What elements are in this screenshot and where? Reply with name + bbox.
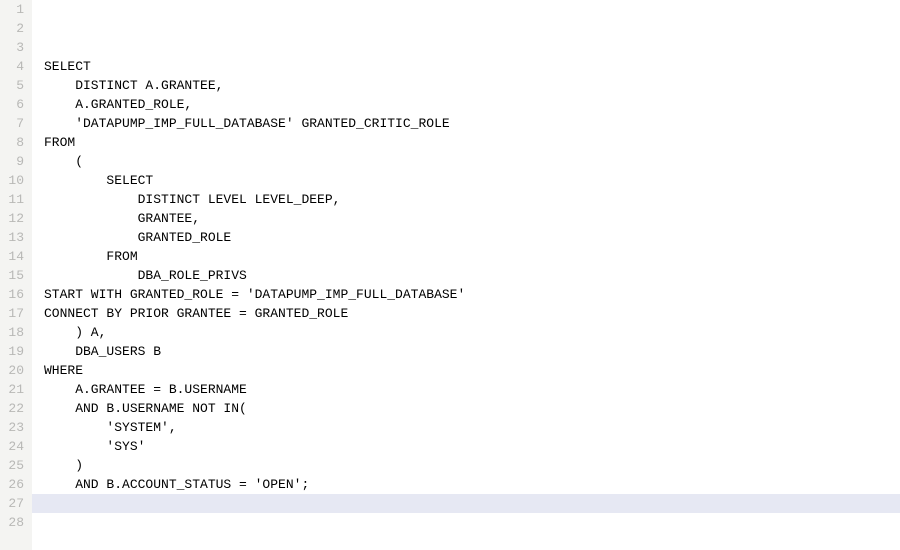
code-line: DISTINCT LEVEL LEVEL_DEEP, <box>44 190 900 209</box>
code-line: 'SYSTEM', <box>44 418 900 437</box>
line-number: 24 <box>8 437 24 456</box>
code-line: SELECT <box>44 57 900 76</box>
line-number: 1 <box>8 0 24 19</box>
line-number: 20 <box>8 361 24 380</box>
code-line: AND B.USERNAME NOT IN( <box>44 399 900 418</box>
code-line: ) <box>44 456 900 475</box>
code-line <box>44 532 900 550</box>
code-line: ( <box>44 152 900 171</box>
code-line: DBA_USERS B <box>44 342 900 361</box>
line-number: 10 <box>8 171 24 190</box>
code-line: SELECT <box>44 171 900 190</box>
line-number: 19 <box>8 342 24 361</box>
line-number: 18 <box>8 323 24 342</box>
code-line: A.GRANTED_ROLE, <box>44 95 900 114</box>
code-line: DISTINCT A.GRANTEE, <box>44 76 900 95</box>
line-number: 3 <box>8 38 24 57</box>
line-number: 16 <box>8 285 24 304</box>
code-line: 'DATAPUMP_IMP_FULL_DATABASE' GRANTED_CRI… <box>44 114 900 133</box>
code-line <box>44 38 900 57</box>
line-number: 9 <box>8 152 24 171</box>
line-number: 2 <box>8 19 24 38</box>
line-number: 25 <box>8 456 24 475</box>
line-number: 7 <box>8 114 24 133</box>
code-line: DBA_ROLE_PRIVS <box>44 266 900 285</box>
code-line <box>44 494 900 513</box>
code-area[interactable]: SELECT DISTINCT A.GRANTEE, A.GRANTED_ROL… <box>32 0 900 550</box>
line-number: 13 <box>8 228 24 247</box>
line-number: 28 <box>8 513 24 532</box>
line-number: 8 <box>8 133 24 152</box>
line-number: 4 <box>8 57 24 76</box>
line-number: 5 <box>8 76 24 95</box>
code-line: AND B.ACCOUNT_STATUS = 'OPEN'; <box>44 475 900 494</box>
line-number: 22 <box>8 399 24 418</box>
line-number: 15 <box>8 266 24 285</box>
code-line: FROM <box>44 247 900 266</box>
code-line: CONNECT BY PRIOR GRANTEE = GRANTED_ROLE <box>44 304 900 323</box>
line-number: 26 <box>8 475 24 494</box>
code-line <box>44 513 900 532</box>
line-number: 23 <box>8 418 24 437</box>
code-text: SELECT DISTINCT A.GRANTEE, A.GRANTED_ROL… <box>44 38 900 550</box>
code-line: ) A, <box>44 323 900 342</box>
code-line: GRANTEE, <box>44 209 900 228</box>
line-number-gutter: 1234567891011121314151617181920212223242… <box>0 0 32 550</box>
line-number: 14 <box>8 247 24 266</box>
line-number: 21 <box>8 380 24 399</box>
code-line: GRANTED_ROLE <box>44 228 900 247</box>
code-editor[interactable]: 1234567891011121314151617181920212223242… <box>0 0 900 550</box>
line-number: 11 <box>8 190 24 209</box>
code-line: WHERE <box>44 361 900 380</box>
line-number: 6 <box>8 95 24 114</box>
code-line: 'SYS' <box>44 437 900 456</box>
line-number: 12 <box>8 209 24 228</box>
code-line: A.GRANTEE = B.USERNAME <box>44 380 900 399</box>
code-line: START WITH GRANTED_ROLE = 'DATAPUMP_IMP_… <box>44 285 900 304</box>
line-number: 17 <box>8 304 24 323</box>
code-line: FROM <box>44 133 900 152</box>
line-number: 27 <box>8 494 24 513</box>
